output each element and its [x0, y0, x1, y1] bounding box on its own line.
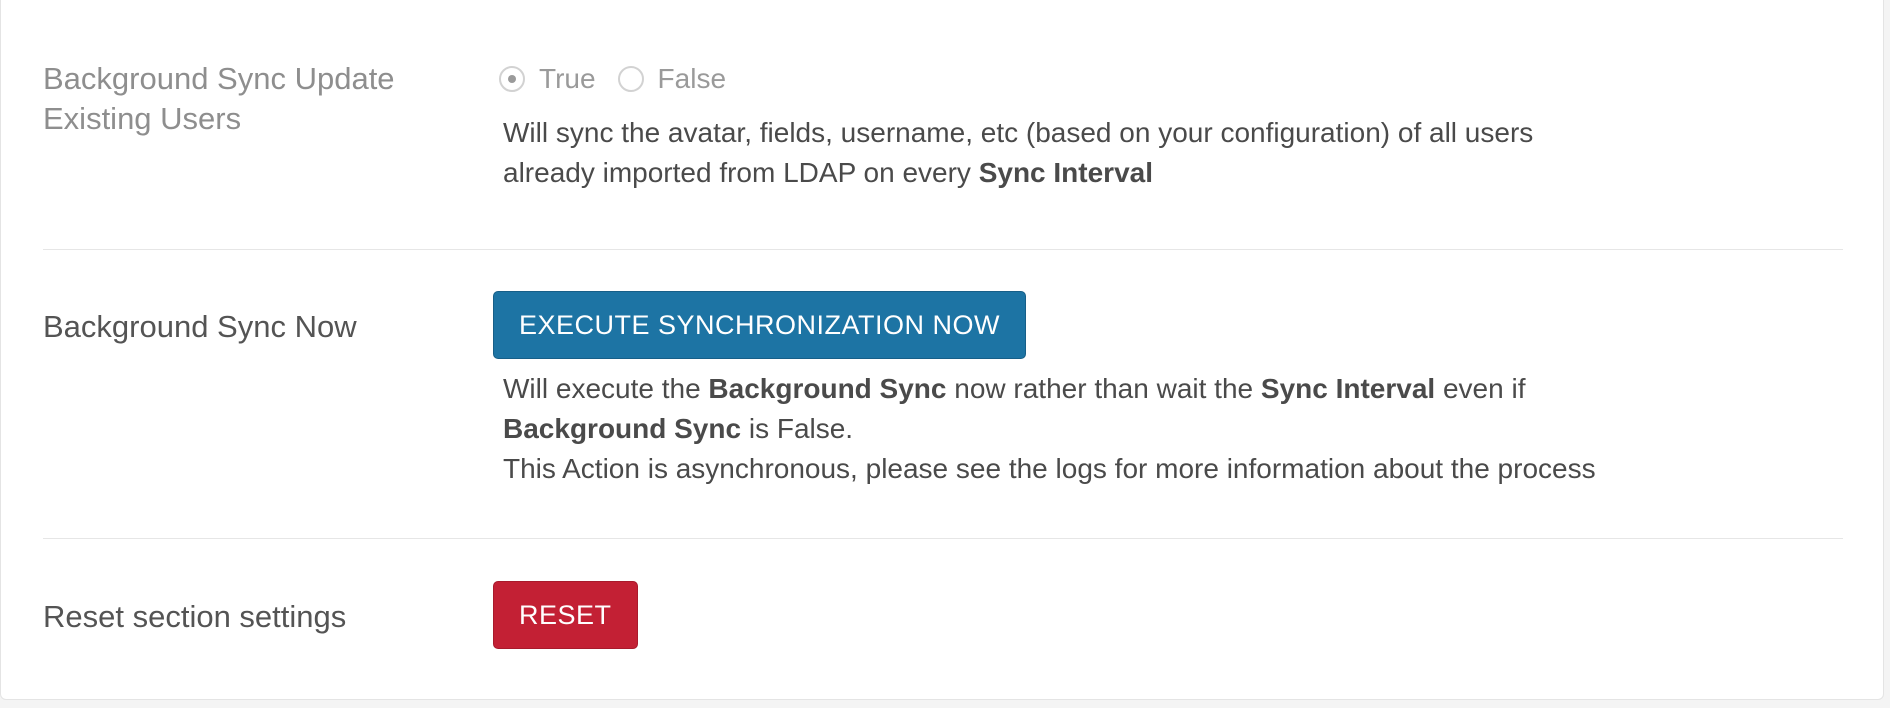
- divider: [43, 538, 1843, 539]
- radio-true[interactable]: True: [499, 63, 596, 95]
- description-bold: Sync Interval: [1260, 373, 1436, 404]
- radio-label: True: [539, 63, 596, 94]
- description-bold: Sync Interval: [978, 157, 1154, 188]
- description-line: Background Sync is False.: [503, 409, 1763, 449]
- description-text: even if: [1435, 373, 1526, 404]
- radio-circle-checked[interactable]: [499, 66, 525, 92]
- setting-label: Background Sync Update Existing Users: [43, 61, 395, 136]
- description-bold: Background Sync: [503, 413, 742, 444]
- description-line: already imported from LDAP on every Sync…: [503, 153, 1763, 193]
- radio-circle[interactable]: [617, 66, 644, 92]
- settings-panel: Background Sync Update Existing Users Tr…: [0, 0, 1884, 700]
- reset-button[interactable]: RESET: [493, 581, 638, 649]
- description-text: is False.: [741, 413, 854, 444]
- radio-label: False: [657, 63, 727, 94]
- setting-description: Will sync the avatar, fields, username, …: [503, 113, 1763, 193]
- description-line: This Action is asynchronous, please see …: [503, 453, 1596, 484]
- description-text: now rather than wait the: [946, 373, 1261, 404]
- setting-label: Background Sync Now: [43, 309, 357, 344]
- description-line: Will sync the avatar, fields, username, …: [503, 117, 1534, 148]
- description-text: already imported from LDAP on every: [503, 157, 979, 188]
- radio-dot: [508, 75, 516, 83]
- radio-false[interactable]: False: [617, 63, 727, 95]
- setting-description: Will execute the Background Sync now rat…: [503, 369, 1763, 489]
- description-bold: Background Sync: [708, 373, 947, 404]
- radio-group: True False: [499, 59, 748, 99]
- execute-sync-button[interactable]: EXECUTE SYNCHRONIZATION NOW: [493, 291, 1027, 359]
- setting-label: Reset section settings: [43, 599, 347, 634]
- description-text: Will execute the: [503, 373, 709, 404]
- divider: [43, 249, 1843, 250]
- description-line: Will execute the Background Sync now rat…: [503, 369, 1763, 409]
